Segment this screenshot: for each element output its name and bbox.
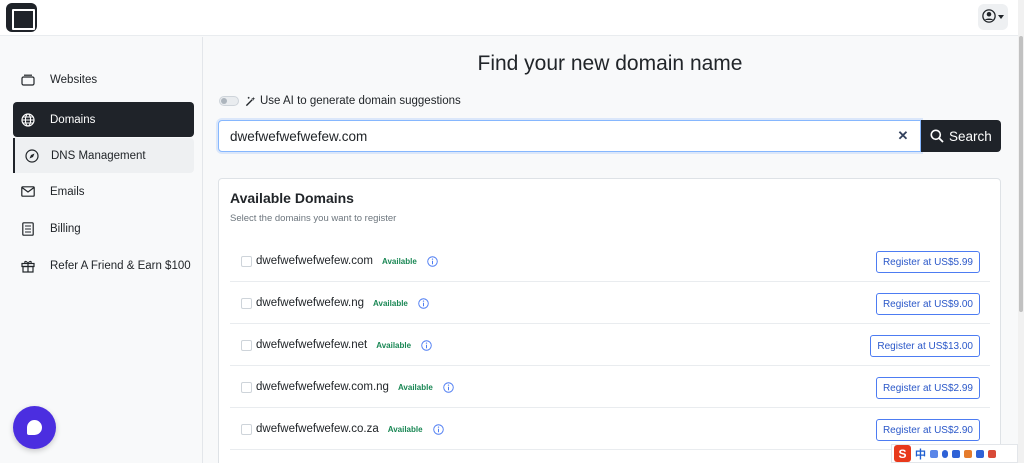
scrollbar-thumb[interactable] [1019,36,1023,312]
sidebar-item-label: Domains [50,113,96,126]
available-domains-title: Available Domains [230,190,354,206]
domain-search-input[interactable] [218,120,921,152]
domain-name: dwefwefwefwefew.com [256,255,373,267]
register-button[interactable]: Register at US$9.00 [875,293,980,315]
chevron-down-icon [998,15,1004,19]
register-button[interactable]: Register at US$2.90 [875,419,980,441]
sidebar-item-label: Refer A Friend & Earn $100 [50,259,191,272]
domain-row: dwefwefwefwefew.net Available Register a… [230,324,990,366]
info-icon[interactable] [421,339,432,351]
domain-checkbox[interactable] [241,256,252,267]
compass-icon [25,148,39,163]
status-badge: Available [381,256,417,266]
sidebar-item-billing[interactable]: Billing [13,211,194,246]
microphone-icon[interactable] [942,449,948,458]
window-icon [21,73,35,87]
domain-name: dwefwefwefwefew.net [256,339,368,351]
globe-icon [21,112,35,127]
top-bar [0,0,1018,36]
sidebar-item-websites[interactable]: Websites [13,62,194,97]
register-button[interactable]: Register at US$2.99 [875,377,980,399]
chat-launcher-button[interactable] [13,406,56,449]
app-logo[interactable] [6,3,37,32]
domain-row: dwefwefwefwefew.com Available Register a… [230,240,990,282]
sidebar-item-label: Websites [50,73,98,86]
skin-icon[interactable] [964,449,972,458]
search-button-label: Search [949,128,992,144]
domain-name: dwefwefwefwefew.com.ng [256,381,389,393]
ai-suggestions-row: Use AI to generate domain suggestions [219,93,461,109]
sidebar-item-label: Billing [50,222,81,235]
ime-menu-icon[interactable] [988,449,996,458]
gift-icon [21,259,35,273]
clear-search-icon[interactable]: ✕ [896,128,910,143]
ime-language-toggle[interactable]: 中 [915,446,926,462]
user-circle-icon [982,9,996,23]
ime-logo[interactable]: S [894,445,911,462]
register-button[interactable]: Register at US$13.00 [870,335,980,357]
domain-row: dwefwefwefwefew.com.ng Available Registe… [230,366,990,408]
search-icon [930,129,944,143]
info-icon[interactable] [443,381,454,393]
toolbox-icon[interactable] [976,449,984,458]
domain-checkbox[interactable] [241,424,252,435]
sidebar-item-refer-a-friend[interactable]: Refer A Friend & Earn $100 [13,248,194,283]
ai-suggestions-label: Use AI to generate domain suggestions [260,95,461,107]
envelope-icon [21,185,35,199]
status-badge: Available [397,382,433,392]
available-domains-subtitle: Select the domains you want to register [230,213,397,224]
ai-suggestions-toggle[interactable] [219,96,239,106]
domain-name: dwefwefwefwefew.ng [256,297,365,309]
user-menu-button[interactable] [978,4,1008,30]
domain-row: dwefwefwefwefew.ng Available Register at… [230,282,990,324]
search-button[interactable]: Search [921,120,1001,152]
domain-name: dwefwefwefwefew.co.za [256,423,379,435]
sidebar: Websites Domains DNS Management Emails B… [0,37,203,463]
info-icon[interactable] [432,423,444,435]
receipt-icon [21,221,35,236]
keyboard-icon[interactable] [952,449,960,458]
available-domains-card: Available Domains Select the domains you… [218,178,1001,463]
status-badge: Available [373,298,408,308]
info-icon[interactable] [418,297,429,309]
register-button[interactable]: Register at US$5.99 [875,251,980,273]
status-badge: Available [376,340,412,350]
status-badge: Available [387,424,423,434]
sidebar-item-dns-management[interactable]: DNS Management [13,138,194,173]
sidebar-item-label: DNS Management [51,149,146,162]
domain-checkbox[interactable] [241,298,252,309]
sidebar-item-label: Emails [50,185,85,198]
domain-row: dwefwefwefwefew.co.za Available Register… [230,408,990,450]
page-scrollbar[interactable] [1018,0,1024,463]
domain-checkbox[interactable] [241,340,252,351]
magic-wand-icon [245,96,256,107]
punctuation-icon[interactable] [930,449,938,458]
domain-checkbox[interactable] [241,382,252,393]
page-title: Find your new domain name [477,52,743,75]
main-content: Find your new domain name Use AI to gene… [204,37,1018,463]
info-icon[interactable] [427,255,438,267]
sidebar-item-emails[interactable]: Emails [13,174,194,209]
ime-toolbar[interactable]: S 中 [891,444,1018,463]
sidebar-item-domains[interactable]: Domains [13,102,194,137]
